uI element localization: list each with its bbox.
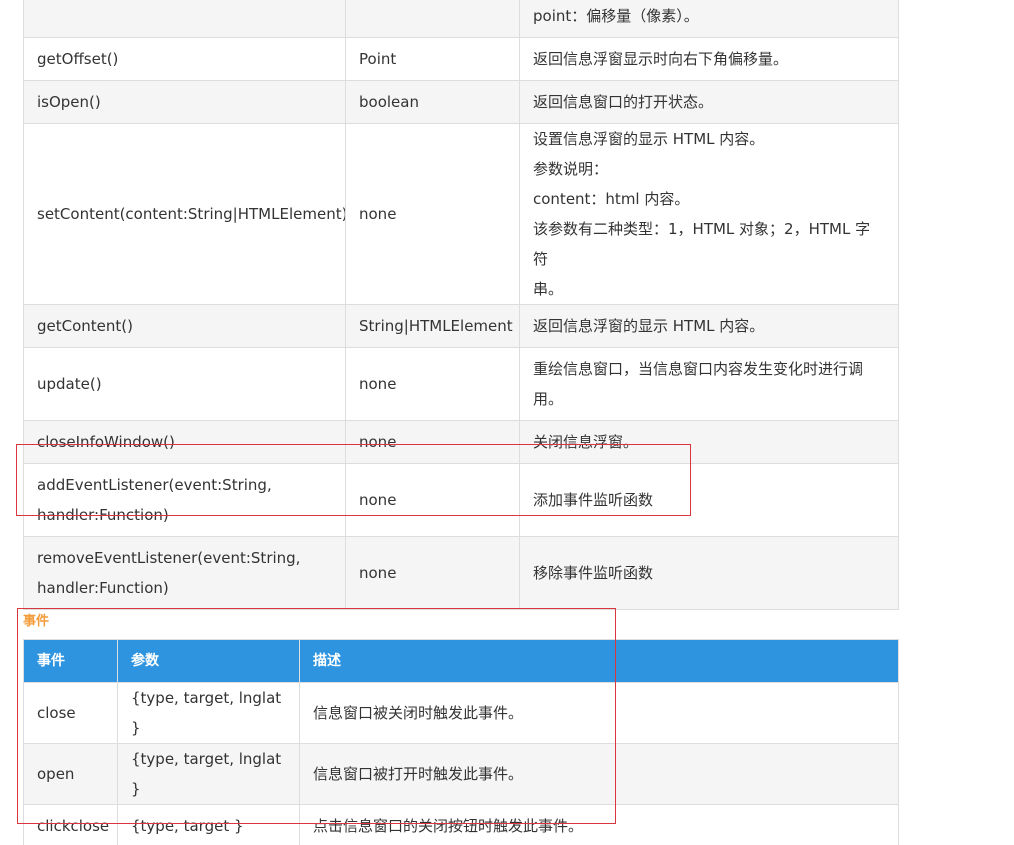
method-return-cell: none <box>345 463 520 537</box>
method-desc-cell: 返回信息浮窗的显示 HTML 内容。 <box>519 304 899 348</box>
method-desc-cell: 移除事件监听函数 <box>519 536 899 610</box>
method-desc-cell: point：偏移量（像素）。 <box>519 0 899 38</box>
method-return-cell: none <box>345 536 520 610</box>
method-name-cell: update() <box>23 347 346 421</box>
method-return-cell: Point <box>345 37 520 81</box>
method-return-cell: none <box>345 347 520 421</box>
method-name-cell <box>23 0 346 38</box>
page: point：偏移量（像素）。 getOffset() Point 返回信息浮窗显… <box>0 0 1014 845</box>
table-header-row: 事件 参数 描述 <box>23 639 899 683</box>
method-return-cell: none <box>345 420 520 464</box>
method-name-cell: isOpen() <box>23 80 346 124</box>
event-params-cell: {type, target } <box>117 804 300 845</box>
method-return-cell: String|HTMLElement <box>345 304 520 348</box>
event-name-cell: clickclose <box>23 804 118 845</box>
table-row: closeInfoWindow() none 关闭信息浮窗。 <box>23 420 899 464</box>
method-name-cell: getOffset() <box>23 37 346 81</box>
method-name-cell: addEventListener(event:String, handler:F… <box>23 463 346 537</box>
method-name-cell: setContent(content:String|HTMLElement) <box>23 123 346 305</box>
method-desc-cell: 返回信息窗口的打开状态。 <box>519 80 899 124</box>
column-header-desc: 描述 <box>299 639 899 683</box>
method-desc-cell: 重绘信息窗口，当信息窗口内容发生变化时进行调 用。 <box>519 347 899 421</box>
method-desc-cell: 添加事件监听函数 <box>519 463 899 537</box>
method-return-cell: none <box>345 123 520 305</box>
event-desc-cell: 信息窗口被关闭时触发此事件。 <box>299 682 899 744</box>
event-params-cell: {type, target, lnglat } <box>117 682 300 744</box>
table-row: setContent(content:String|HTMLElement) n… <box>23 123 899 305</box>
table-row: removeEventListener(event:String, handle… <box>23 536 899 610</box>
event-params-cell: {type, target, lnglat } <box>117 743 300 805</box>
table-row: getOffset() Point 返回信息浮窗显示时向右下角偏移量。 <box>23 37 899 81</box>
table-row: point：偏移量（像素）。 <box>23 0 899 38</box>
column-header-event: 事件 <box>23 639 118 683</box>
method-name-cell: removeEventListener(event:String, handle… <box>23 536 346 610</box>
methods-table: point：偏移量（像素）。 getOffset() Point 返回信息浮窗显… <box>23 0 899 610</box>
events-section-title: 事件 <box>23 614 50 629</box>
table-row: getContent() String|HTMLElement 返回信息浮窗的显… <box>23 304 899 348</box>
method-desc-cell: 设置信息浮窗的显示 HTML 内容。 参数说明： content：html 内容… <box>519 123 899 305</box>
table-row: isOpen() boolean 返回信息窗口的打开状态。 <box>23 80 899 124</box>
method-name-cell: closeInfoWindow() <box>23 420 346 464</box>
column-header-params: 参数 <box>117 639 300 683</box>
event-name-cell: close <box>23 682 118 744</box>
table-row: update() none 重绘信息窗口，当信息窗口内容发生变化时进行调 用。 <box>23 347 899 421</box>
method-return-cell <box>345 0 520 38</box>
event-desc-cell: 点击信息窗口的关闭按钮时触发此事件。 <box>299 804 899 845</box>
table-row: addEventListener(event:String, handler:F… <box>23 463 899 537</box>
table-row: close {type, target, lnglat } 信息窗口被关闭时触发… <box>23 682 899 744</box>
table-row: clickclose {type, target } 点击信息窗口的关闭按钮时触… <box>23 804 899 845</box>
events-table: 事件 参数 描述 close {type, target, lnglat } 信… <box>23 639 899 845</box>
table-row: open {type, target, lnglat } 信息窗口被打开时触发此… <box>23 743 899 805</box>
method-desc-cell: 返回信息浮窗显示时向右下角偏移量。 <box>519 37 899 81</box>
event-desc-cell: 信息窗口被打开时触发此事件。 <box>299 743 899 805</box>
method-desc-cell: 关闭信息浮窗。 <box>519 420 899 464</box>
event-name-cell: open <box>23 743 118 805</box>
method-name-cell: getContent() <box>23 304 346 348</box>
method-return-cell: boolean <box>345 80 520 124</box>
